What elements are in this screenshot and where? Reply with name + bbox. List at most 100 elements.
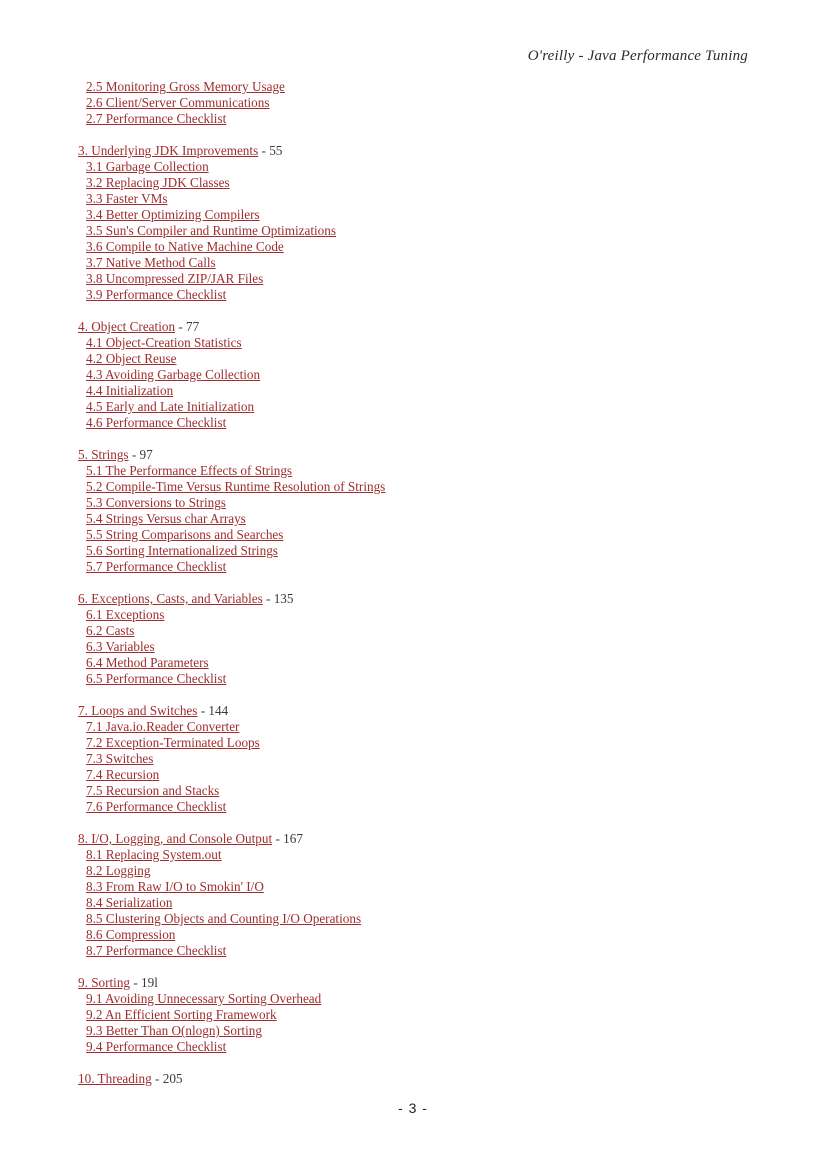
toc-section-line: 4.1 Object-Creation Statistics [86, 335, 738, 351]
toc-section-line: 5.6 Sorting Internationalized Strings [86, 543, 738, 559]
toc-section-link[interactable]: 4.6 Performance Checklist [86, 415, 226, 430]
toc-section-link[interactable]: 5.2 Compile-Time Versus Runtime Resoluti… [86, 479, 385, 494]
toc-section-link[interactable]: 8.6 Compression [86, 927, 175, 942]
toc-section-line: 6.4 Method Parameters [86, 655, 738, 671]
toc-section-line: 3.9 Performance Checklist [86, 287, 738, 303]
toc-chapter-page-number: - 205 [151, 1071, 183, 1086]
toc-section-link[interactable]: 6.2 Casts [86, 623, 134, 638]
toc-section-link[interactable]: 4.5 Early and Late Initialization [86, 399, 254, 414]
toc-section-line: 6.1 Exceptions [86, 607, 738, 623]
toc-section-link[interactable]: 5.5 String Comparisons and Searches [86, 527, 283, 542]
toc-chapter-line: 6. Exceptions, Casts, and Variables - 13… [78, 591, 738, 607]
toc-chapter-line: 9. Sorting - 19l [78, 975, 738, 991]
toc-section-line: 8.3 From Raw I/O to Smokin' I/O [86, 879, 738, 895]
toc-chapter-group: 6. Exceptions, Casts, and Variables - 13… [78, 591, 738, 687]
toc-section-link[interactable]: 5.4 Strings Versus char Arrays [86, 511, 246, 526]
toc-section-link[interactable]: 4.2 Object Reuse [86, 351, 176, 366]
toc-section-link[interactable]: 8.7 Performance Checklist [86, 943, 226, 958]
toc-section-link[interactable]: 8.4 Serialization [86, 895, 172, 910]
toc-section-link[interactable]: 8.1 Replacing System.out [86, 847, 222, 862]
toc-chapter-group: 10. Threading - 205 [78, 1071, 738, 1087]
toc-section-link[interactable]: 3.3 Faster VMs [86, 191, 167, 206]
toc-chapter-link[interactable]: 8. I/O, Logging, and Console Output [78, 831, 272, 846]
table-of-contents: 2.5 Monitoring Gross Memory Usage 2.6 Cli… [78, 79, 738, 1087]
toc-chapter-link[interactable]: 7. Loops and Switches [78, 703, 197, 718]
toc-section-link[interactable]: 7.1 Java.io.Reader Converter [86, 719, 239, 734]
toc-chapter-page-number: - 135 [262, 591, 294, 606]
toc-section-link[interactable]: 6.1 Exceptions [86, 607, 164, 622]
toc-section-line: 4.6 Performance Checklist [86, 415, 738, 431]
toc-section-link[interactable]: 7.4 Recursion [86, 767, 159, 782]
toc-section-line: 3.1 Garbage Collection [86, 159, 738, 175]
toc-section-link[interactable]: 5.7 Performance Checklist [86, 559, 226, 574]
toc-chapter-page-number: - 97 [128, 447, 153, 462]
toc-group-spacer [78, 687, 738, 703]
toc-chapter-link[interactable]: 5. Strings [78, 447, 129, 462]
toc-section-line: 6.2 Casts [86, 623, 738, 639]
toc-section-line: 2.5 Monitoring Gross Memory Usage [86, 79, 738, 95]
toc-section-link[interactable]: 2.6 Client/Server Communications [86, 95, 270, 110]
toc-chapter-page-number: - 19l [130, 975, 158, 990]
toc-chapter-link[interactable]: 9. Sorting [78, 975, 130, 990]
toc-section-line: 4.4 Initialization [86, 383, 738, 399]
toc-section-line: 7.1 Java.io.Reader Converter [86, 719, 738, 735]
toc-group-spacer [78, 959, 738, 975]
toc-section-link[interactable]: 2.5 Monitoring Gross Memory Usage [86, 79, 285, 94]
toc-section-line: 4.3 Avoiding Garbage Collection [86, 367, 738, 383]
toc-section-line: 9.4 Performance Checklist [86, 1039, 738, 1055]
toc-group-spacer [78, 431, 738, 447]
toc-section-link[interactable]: 4.4 Initialization [86, 383, 173, 398]
toc-section-link[interactable]: 3.4 Better Optimizing Compilers [86, 207, 260, 222]
toc-section-link[interactable]: 3.9 Performance Checklist [86, 287, 226, 302]
toc-chapter-group: 3. Underlying JDK Improvements - 55 3.1 G… [78, 143, 738, 303]
toc-group-spacer [78, 303, 738, 319]
toc-section-link[interactable]: 6.5 Performance Checklist [86, 671, 226, 686]
toc-section-link[interactable]: 5.6 Sorting Internationalized Strings [86, 543, 278, 558]
toc-section-link[interactable]: 9.2 An Efficient Sorting Framework [86, 1007, 277, 1022]
toc-section-line: 9.1 Avoiding Unnecessary Sorting Overhea… [86, 991, 738, 1007]
toc-section-link[interactable]: 6.3 Variables [86, 639, 155, 654]
toc-section-line: 6.3 Variables [86, 639, 738, 655]
toc-section-link[interactable]: 2.7 Performance Checklist [86, 111, 226, 126]
toc-section-link[interactable]: 4.3 Avoiding Garbage Collection [86, 367, 260, 382]
toc-section-line: 5.7 Performance Checklist [86, 559, 738, 575]
toc-section-line: 8.2 Logging [86, 863, 738, 879]
toc-section-link[interactable]: 3.2 Replacing JDK Classes [86, 175, 230, 190]
toc-chapter-link[interactable]: 6. Exceptions, Casts, and Variables [78, 591, 263, 606]
toc-chapter-line: 3. Underlying JDK Improvements - 55 [78, 143, 738, 159]
toc-section-line: 3.7 Native Method Calls [86, 255, 738, 271]
toc-section-link[interactable]: 3.1 Garbage Collection [86, 159, 209, 174]
toc-section-link[interactable]: 3.8 Uncompressed ZIP/JAR Files [86, 271, 263, 286]
toc-section-link[interactable]: 8.3 From Raw I/O to Smokin' I/O [86, 879, 264, 894]
toc-section-link[interactable]: 3.7 Native Method Calls [86, 255, 216, 270]
toc-section-line: 5.5 String Comparisons and Searches [86, 527, 738, 543]
toc-section-link[interactable]: 9.3 Better Than O(nlogn) Sorting [86, 1023, 262, 1038]
toc-section-link[interactable]: 4.1 Object-Creation Statistics [86, 335, 242, 350]
toc-section-line: 2.7 Performance Checklist [86, 111, 738, 127]
toc-chapter-link[interactable]: 10. Threading [78, 1071, 152, 1086]
toc-section-link[interactable]: 3.5 Sun's Compiler and Runtime Optimizat… [86, 223, 336, 238]
toc-section-line: 5.2 Compile-Time Versus Runtime Resoluti… [86, 479, 738, 495]
toc-chapter-group: 5. Strings - 97 5.1 The Performance Effec… [78, 447, 738, 575]
toc-section-link[interactable]: 7.5 Recursion and Stacks [86, 783, 219, 798]
toc-section-link[interactable]: 7.6 Performance Checklist [86, 799, 226, 814]
toc-section-link[interactable]: 5.3 Conversions to Strings [86, 495, 226, 510]
toc-section-line: 7.3 Switches [86, 751, 738, 767]
toc-section-link[interactable]: 3.6 Compile to Native Machine Code [86, 239, 284, 254]
toc-chapter-link[interactable]: 4. Object Creation [78, 319, 175, 334]
toc-section-link[interactable]: 6.4 Method Parameters [86, 655, 209, 670]
toc-section-link[interactable]: 9.4 Performance Checklist [86, 1039, 226, 1054]
toc-section-line: 9.2 An Efficient Sorting Framework [86, 1007, 738, 1023]
toc-chapter-link[interactable]: 3. Underlying JDK Improvements [78, 143, 258, 158]
toc-section-line: 7.6 Performance Checklist [86, 799, 738, 815]
toc-section-link[interactable]: 9.1 Avoiding Unnecessary Sorting Overhea… [86, 991, 321, 1006]
toc-section-line: 3.2 Replacing JDK Classes [86, 175, 738, 191]
toc-section-link[interactable]: 8.5 Clustering Objects and Counting I/O … [86, 911, 361, 926]
toc-section-link[interactable]: 7.2 Exception-Terminated Loops [86, 735, 260, 750]
toc-chapter-group: 9. Sorting - 19l 9.1 Avoiding Unnecessary… [78, 975, 738, 1055]
toc-section-link[interactable]: 7.3 Switches [86, 751, 153, 766]
toc-chapter-line: 7. Loops and Switches - 144 [78, 703, 738, 719]
toc-section-link[interactable]: 5.1 The Performance Effects of Strings [86, 463, 292, 478]
toc-section-line: 2.6 Client/Server Communications [86, 95, 738, 111]
toc-section-link[interactable]: 8.2 Logging [86, 863, 150, 878]
